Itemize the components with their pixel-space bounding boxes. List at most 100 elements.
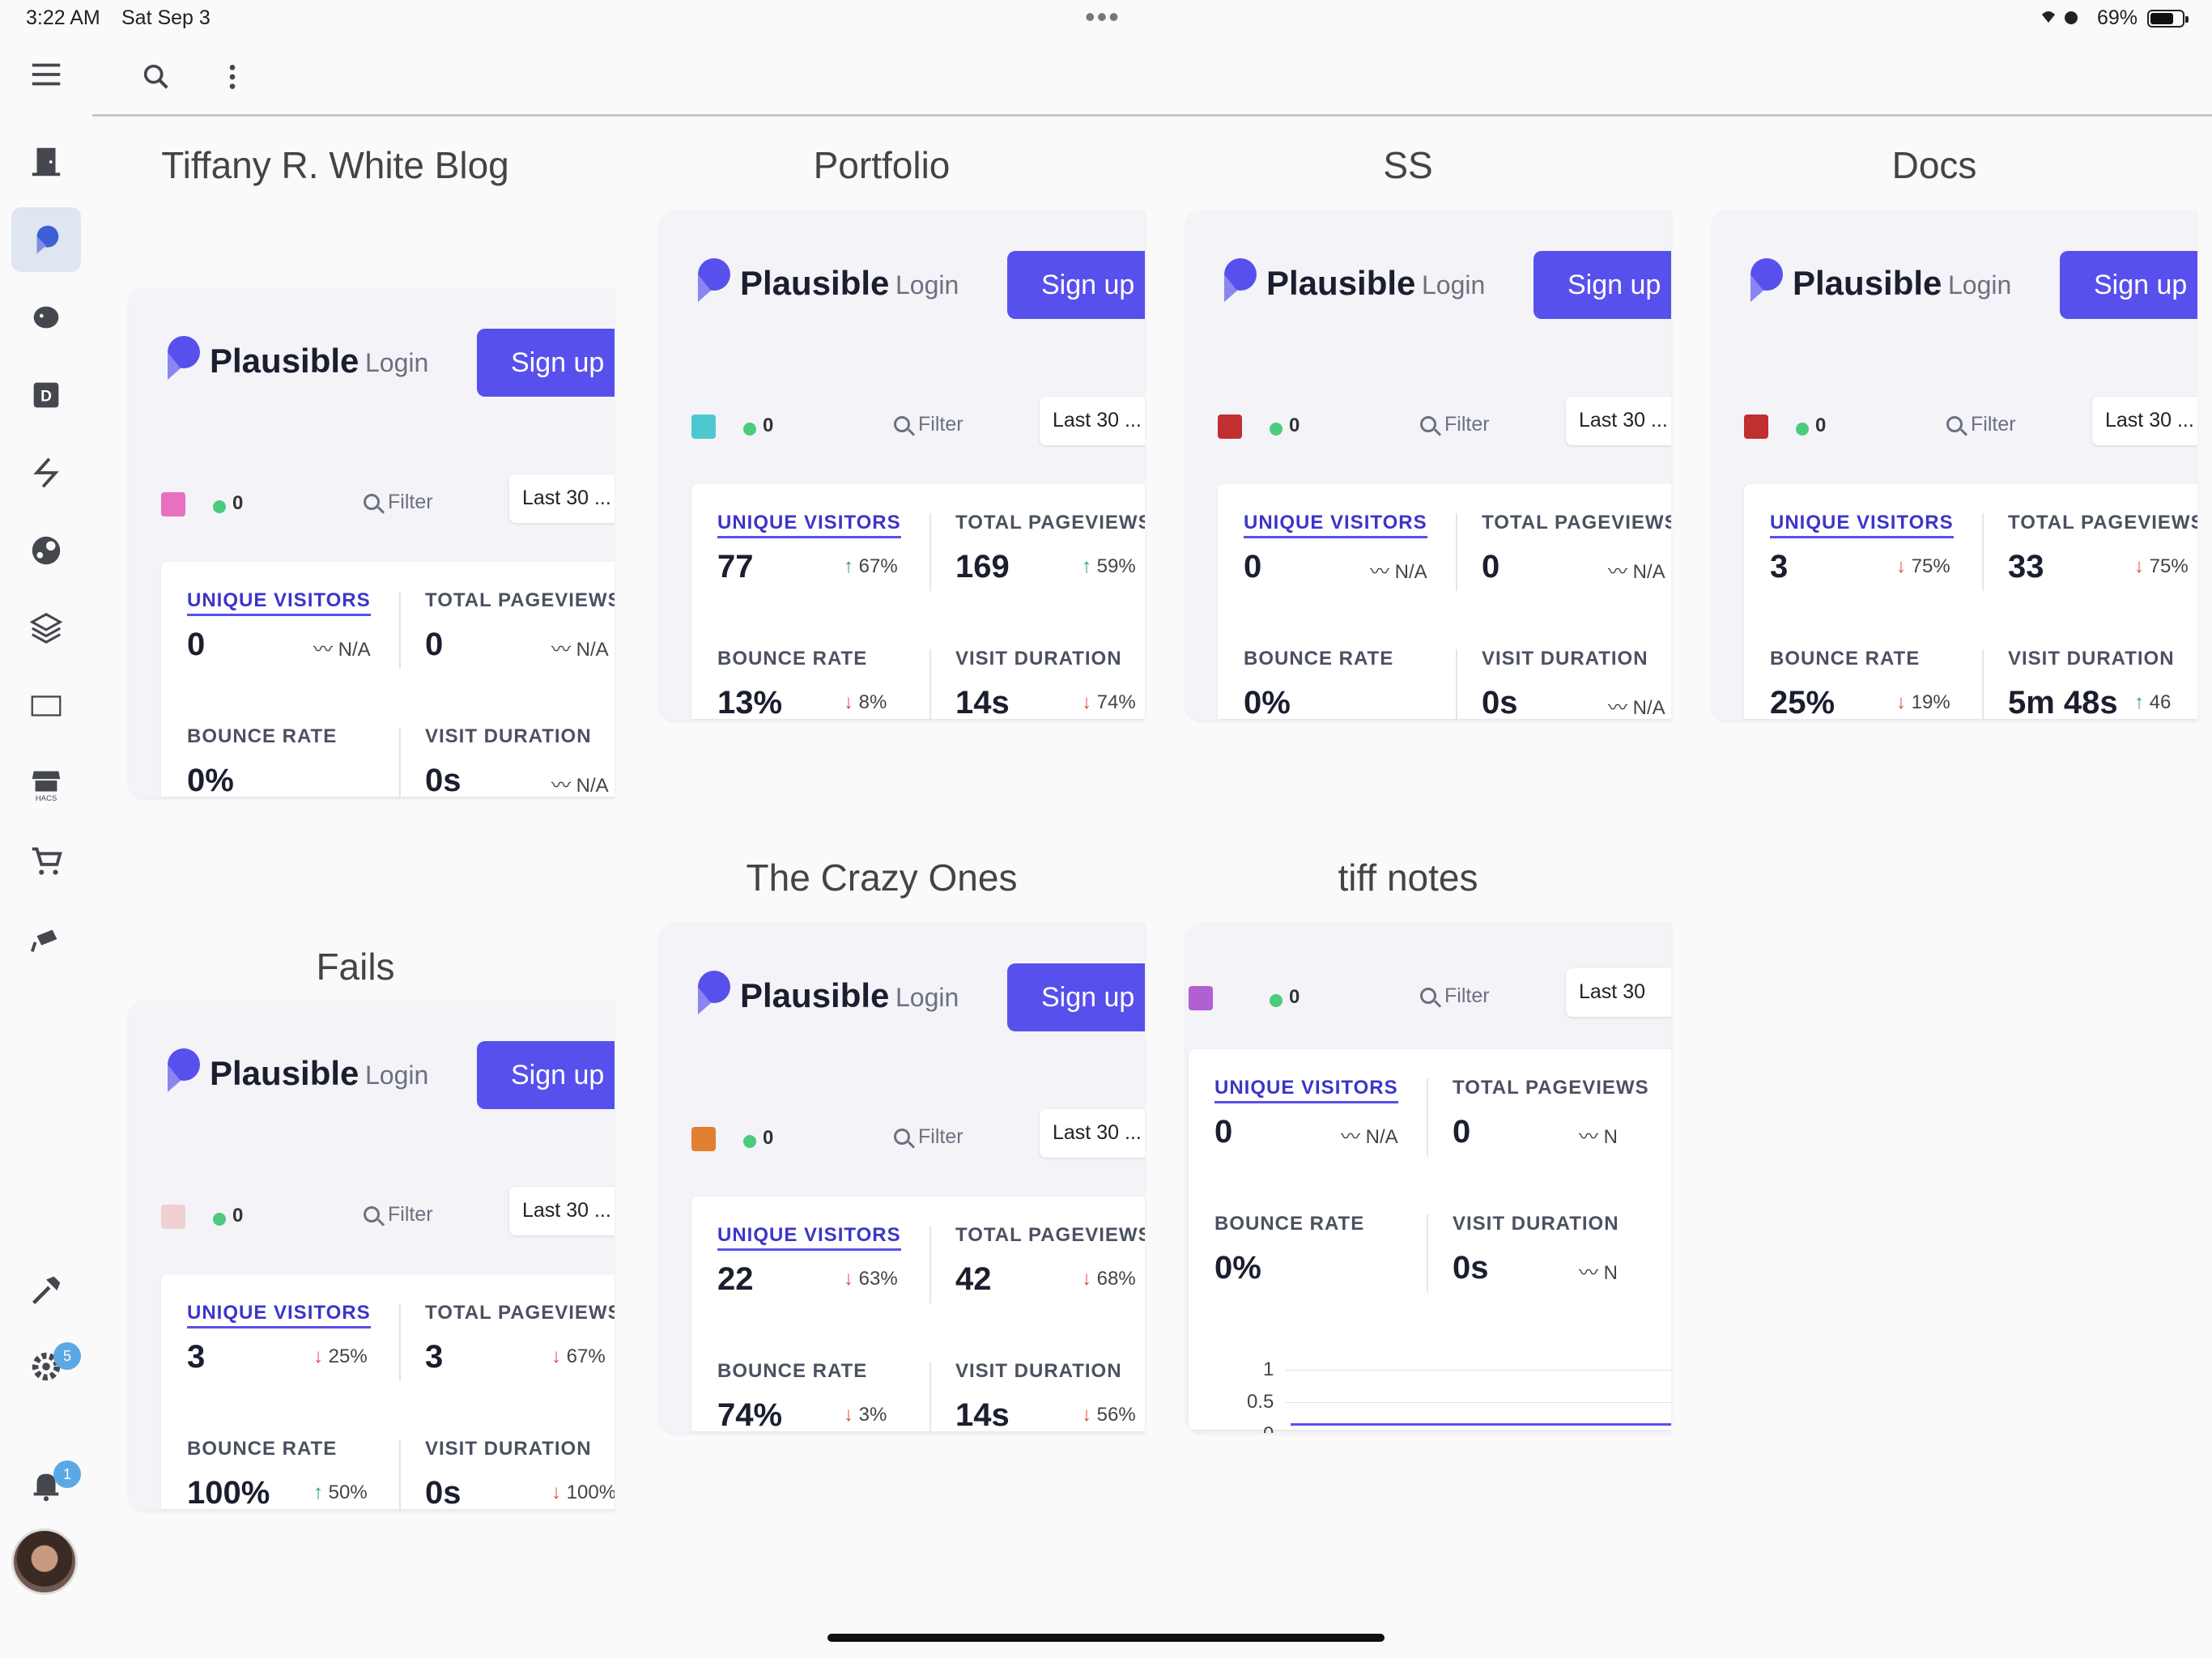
stat-value: 22	[717, 1261, 754, 1297]
login-link[interactable]: Login	[895, 270, 959, 300]
stat-change: 〰 N/A	[1608, 691, 1665, 720]
period-select[interactable]: Last 30	[1566, 968, 1671, 1017]
cart-icon[interactable]	[11, 829, 81, 894]
d-icon[interactable]: D	[11, 363, 81, 427]
stat-bounce-rate[interactable]: BOUNCE RATE 0%	[1218, 620, 1453, 721]
stat-visit-duration[interactable]: VISIT DURATION 0s 〰 N/A	[399, 698, 615, 798]
period-select[interactable]: Last 30 ...	[2092, 397, 2197, 445]
signup-button[interactable]: Sign up	[1007, 251, 1145, 319]
bell-icon[interactable]: 1	[11, 1452, 81, 1517]
stat-visit-duration[interactable]: VISIT DURATION 0s 〰 N/A	[1456, 620, 1671, 721]
rectangle-icon[interactable]	[11, 674, 81, 738]
stat-total-pageviews[interactable]: TOTAL PAGEVIEWS 0 〰 N/A	[1456, 484, 1671, 606]
filter-button[interactable]: Filter	[364, 491, 433, 514]
filter-button[interactable]: Filter	[364, 1203, 433, 1226]
stat-visit-duration[interactable]: VISIT DURATION 0s ↓ 100%	[399, 1410, 615, 1511]
stat-bounce-rate[interactable]: BOUNCE RATE 100% ↑ 50%	[161, 1410, 396, 1511]
period-select[interactable]: Last 30 ...	[1566, 397, 1671, 445]
login-link[interactable]: Login	[365, 1061, 428, 1090]
stat-unique-visitors[interactable]: UNIQUE VISITORS 3 ↓ 75%	[1744, 484, 1979, 606]
stats-panel: UNIQUE VISITORS 3 ↓ 75% TOTAL PAGEVIEWS 33 ↓…	[1744, 484, 2197, 721]
stat-bounce-rate[interactable]: BOUNCE RATE 0%	[1189, 1185, 1423, 1307]
filter-button[interactable]: Filter	[894, 413, 963, 436]
arrow-down-icon: ↓	[844, 691, 859, 713]
period-select[interactable]: Last 30 ...	[1040, 397, 1145, 445]
live-indicator-icon	[213, 500, 226, 513]
stat-total-pageviews[interactable]: TOTAL PAGEVIEWS 42 ↓ 68%	[929, 1197, 1145, 1318]
stat-bounce-rate[interactable]: BOUNCE RATE 0%	[161, 698, 396, 798]
filter-button[interactable]: Filter	[894, 1125, 963, 1149]
steam-icon[interactable]	[11, 518, 81, 583]
plausible-icon[interactable]	[11, 207, 81, 272]
signup-button[interactable]: Sign up	[1534, 251, 1671, 319]
stat-change-value: 3%	[858, 1404, 887, 1426]
stat-total-pageviews[interactable]: TOTAL PAGEVIEWS 0 〰 N	[1427, 1049, 1661, 1171]
stat-change: ↓ 25%	[313, 1346, 368, 1368]
stat-visit-duration[interactable]: VISIT DURATION 14s ↓ 74%	[929, 620, 1145, 721]
stat-visit-duration[interactable]: VISIT DURATION 5m 48s ↑ 46	[1982, 620, 2197, 721]
filter-label: Filter	[1971, 413, 2016, 436]
stat-visit-duration[interactable]: VISIT DURATION 0s 〰 N	[1427, 1185, 1661, 1307]
stat-unique-visitors[interactable]: UNIQUE VISITORS 0 〰 N/A	[1189, 1049, 1423, 1171]
site-title: SS	[1383, 144, 1433, 186]
stat-bounce-rate[interactable]: BOUNCE RATE 13% ↓ 8%	[691, 620, 926, 721]
stat-change-value: 50%	[328, 1482, 368, 1503]
search-icon[interactable]	[136, 57, 177, 97]
period-select[interactable]: Last 30 ...	[509, 1187, 615, 1235]
stat-bounce-rate[interactable]: BOUNCE RATE 25% ↓ 19%	[1744, 620, 1979, 721]
settings-icon[interactable]: 5	[11, 1334, 81, 1399]
more-options-icon[interactable]	[212, 57, 253, 97]
home-indicator[interactable]	[827, 1634, 1385, 1642]
filter-button[interactable]: Filter	[1420, 984, 1490, 1008]
arrow-down-icon: ↓	[313, 1346, 329, 1367]
layers-icon[interactable]	[11, 596, 81, 661]
stat-total-pageviews[interactable]: TOTAL PAGEVIEWS 0 〰 N/A	[399, 562, 615, 683]
period-select[interactable]: Last 30 ...	[509, 474, 615, 523]
stat-unique-visitors[interactable]: UNIQUE VISITORS 3 ↓ 25%	[161, 1274, 396, 1396]
stat-total-pageviews[interactable]: TOTAL PAGEVIEWS 33 ↓ 75%	[1982, 484, 2197, 606]
stat-change-value: 19%	[1911, 691, 1950, 713]
stat-value: 0%	[187, 763, 234, 798]
hacs-icon[interactable]: HACS	[11, 751, 81, 816]
menu-icon[interactable]	[11, 42, 81, 107]
piggy-icon[interactable]	[11, 285, 81, 350]
stats-panel: UNIQUE VISITORS 77 ↑ 67% TOTAL PAGEVIEWS 16…	[691, 484, 1145, 721]
stats-panel: UNIQUE VISITORS 0 〰 N/A TOTAL PAGEVIEWS 0 〰 …	[1189, 1049, 1671, 1430]
plausible-card: 0 Filter Last 30 UNIQUE VISITORS 0 〰 N/A T…	[1185, 923, 1671, 1433]
period-select[interactable]: Last 30 ...	[1040, 1109, 1145, 1158]
site-favicon-icon	[1218, 414, 1242, 439]
stats-panel: UNIQUE VISITORS 3 ↓ 25% TOTAL PAGEVIEWS 3 ↓ …	[161, 1274, 615, 1511]
stat-label: BOUNCE RATE	[1214, 1213, 1365, 1235]
settings-badge: 5	[53, 1342, 81, 1370]
login-link[interactable]: Login	[1948, 270, 2011, 300]
stat-bounce-rate[interactable]: BOUNCE RATE 74% ↓ 3%	[691, 1333, 926, 1433]
stat-change: 〰 N/A	[551, 769, 609, 797]
stat-visit-duration[interactable]: VISIT DURATION 14s ↓ 56%	[929, 1333, 1145, 1433]
multitask-dots[interactable]: •••	[1085, 0, 1121, 34]
stat-unique-visitors[interactable]: UNIQUE VISITORS 0 〰 N/A	[161, 562, 396, 683]
stat-unique-visitors[interactable]: UNIQUE VISITORS 22 ↓ 63%	[691, 1197, 926, 1318]
stat-label: TOTAL PAGEVIEWS	[1482, 512, 1671, 534]
signup-button[interactable]: Sign up	[477, 1041, 615, 1109]
camera-icon[interactable]	[11, 907, 81, 971]
filter-button[interactable]: Filter	[1946, 413, 2016, 436]
login-link[interactable]: Login	[895, 983, 959, 1013]
door-icon[interactable]	[11, 130, 81, 194]
stat-total-pageviews[interactable]: TOTAL PAGEVIEWS 3 ↓ 67%	[399, 1274, 615, 1396]
login-link[interactable]: Login	[365, 348, 428, 378]
zigzag-icon[interactable]	[11, 440, 81, 505]
signup-button[interactable]: Sign up	[477, 329, 615, 397]
signup-button[interactable]: Sign up	[2060, 251, 2197, 319]
stat-label: BOUNCE RATE	[187, 1438, 338, 1460]
arrow-up-icon: ↑	[844, 555, 859, 577]
site-favicon-icon	[161, 492, 185, 517]
hammer-icon[interactable]	[11, 1258, 81, 1323]
stat-unique-visitors[interactable]: UNIQUE VISITORS 77 ↑ 67%	[691, 484, 926, 606]
stat-total-pageviews[interactable]: TOTAL PAGEVIEWS 169 ↑ 59%	[929, 484, 1145, 606]
stat-change-value: N	[1603, 1126, 1619, 1148]
avatar[interactable]	[11, 1528, 78, 1595]
signup-button[interactable]: Sign up	[1007, 963, 1145, 1031]
stat-unique-visitors[interactable]: UNIQUE VISITORS 0 〰 N/A	[1218, 484, 1453, 606]
login-link[interactable]: Login	[1422, 270, 1485, 300]
filter-button[interactable]: Filter	[1420, 413, 1490, 436]
